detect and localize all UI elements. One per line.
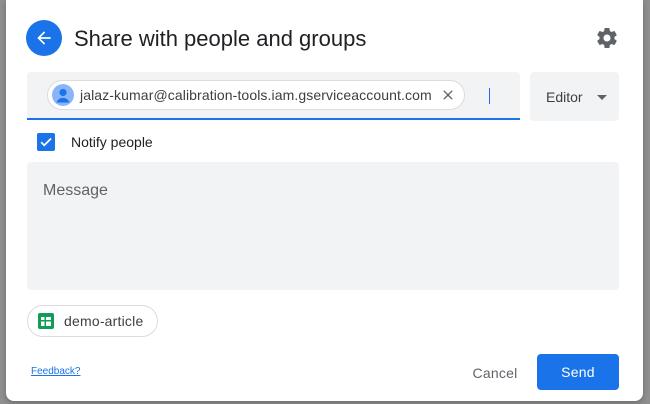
person-icon: [52, 84, 74, 106]
checkmark-icon: [40, 137, 52, 147]
back-button[interactable]: [26, 20, 62, 56]
message-textarea[interactable]: Message: [27, 162, 619, 290]
send-button[interactable]: Send: [537, 354, 619, 390]
file-name: demo-article: [64, 313, 144, 329]
gear-icon: [597, 28, 617, 48]
dialog-title: Share with people and groups: [74, 26, 367, 51]
remove-recipient-button[interactable]: [438, 85, 458, 105]
cancel-button[interactable]: Cancel: [458, 355, 532, 391]
recipient-input-field[interactable]: jalaz-kumar@calibration-tools.iam.gservi…: [27, 72, 520, 120]
role-dropdown[interactable]: Editor: [530, 72, 619, 121]
close-icon: [443, 90, 453, 100]
settings-button[interactable]: [591, 22, 623, 54]
message-placeholder: Message: [43, 182, 108, 199]
feedback-link[interactable]: Feedback?: [31, 366, 80, 377]
notify-people-row: Notify people: [37, 132, 153, 152]
avatar: [52, 84, 74, 106]
notify-people-checkbox[interactable]: [37, 133, 55, 151]
notify-people-label: Notify people: [71, 134, 153, 150]
google-sheets-icon: [38, 313, 54, 329]
dialog-header: Share with people and groups: [26, 20, 623, 58]
recipient-chip[interactable]: jalaz-kumar@calibration-tools.iam.gservi…: [47, 80, 465, 110]
text-cursor: [489, 88, 490, 104]
file-chip: demo-article: [27, 305, 159, 337]
arrow-back-icon: [37, 31, 51, 45]
role-selected-value: Editor: [546, 88, 583, 105]
share-dialog: Share with people and groups jalaz-kumar…: [6, 0, 643, 401]
recipient-email: jalaz-kumar@calibration-tools.iam.gservi…: [80, 87, 432, 103]
dropdown-arrow-icon: [597, 95, 607, 100]
